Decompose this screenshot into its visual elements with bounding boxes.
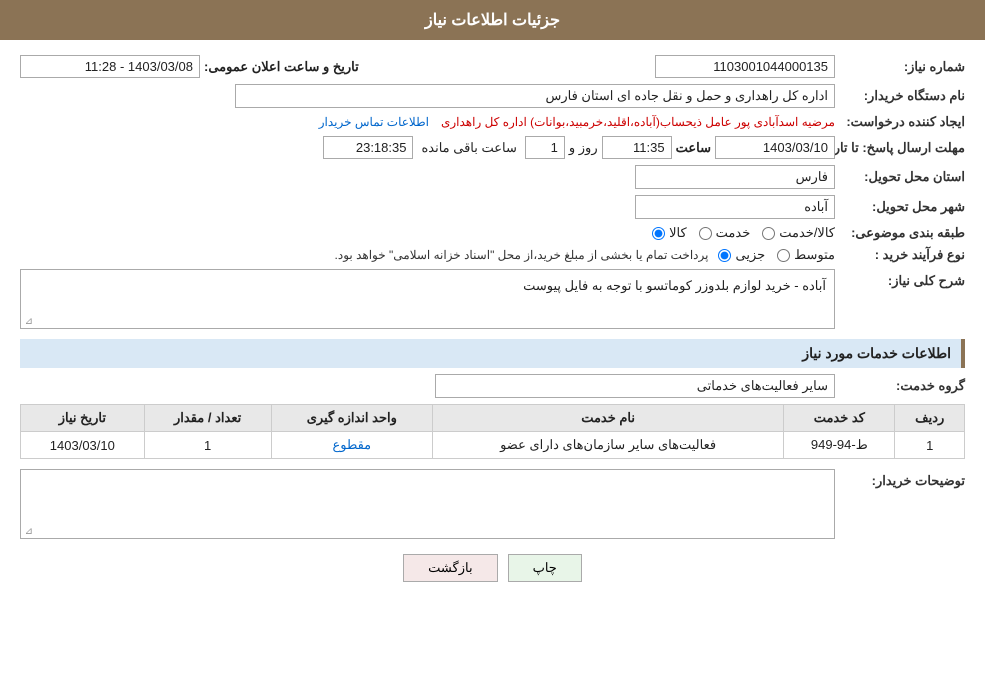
reply-remaining: 23:18:35 xyxy=(323,136,413,159)
need-description-value: آباده - خرید لوازم بلدوزر کوماتسو با توج… xyxy=(25,274,830,298)
buyer-resize-handle[interactable]: ⊿ xyxy=(23,526,33,536)
category-option-khedmat: خدمت xyxy=(699,225,751,241)
reply-date: 1403/03/10 xyxy=(715,136,835,159)
resize-handle[interactable]: ⊿ xyxy=(23,316,33,326)
print-button[interactable]: چاپ xyxy=(508,554,582,582)
city-row: شهر محل تحویل: آباده xyxy=(20,195,965,219)
col-header-code: کد خدمت xyxy=(784,405,895,432)
category-kala-khedmat-label: کالا/خدمت xyxy=(779,225,835,241)
button-row: بازگشت چاپ xyxy=(20,554,965,582)
back-button[interactable]: بازگشت xyxy=(403,554,497,582)
page-title: جزئیات اطلاعات نیاز xyxy=(425,12,560,29)
category-option-kala-khedmat: کالا/خدمت xyxy=(762,225,835,241)
need-description-label: شرح کلی نیاز: xyxy=(835,269,965,289)
need-description-row: شرح کلی نیاز: آباده - خرید لوازم بلدوزر … xyxy=(20,269,965,329)
province-row: استان محل تحویل: فارس xyxy=(20,165,965,189)
reply-time: 11:35 xyxy=(602,136,672,159)
category-row: طبقه بندی موضوعی: کالا/خدمت خدمت کالا xyxy=(20,225,965,241)
buyer-description-label: توضیحات خریدار: xyxy=(835,469,965,489)
category-radio-kala[interactable] xyxy=(652,227,665,240)
page-wrapper: جزئیات اطلاعات نیاز شماره نیاز: 11030010… xyxy=(0,0,985,691)
need-number-label: شماره نیاز: xyxy=(835,59,965,75)
services-table: ردیف کد خدمت نام خدمت واحد اندازه گیری ت… xyxy=(20,404,965,459)
col-header-row: ردیف xyxy=(895,405,965,432)
page-header: جزئیات اطلاعات نیاز xyxy=(0,0,985,40)
cell-unit: مقطوع xyxy=(271,432,433,459)
category-option-kala: کالا xyxy=(652,225,687,241)
purchase-type-radio-jozi[interactable] xyxy=(718,249,731,262)
need-description-container: آباده - خرید لوازم بلدوزر کوماتسو با توج… xyxy=(20,269,835,329)
services-section-header: اطلاعات خدمات مورد نیاز xyxy=(20,339,965,368)
buyer-org-row: نام دستگاه خریدار: اداره کل راهداری و حم… xyxy=(20,84,965,108)
purchase-type-row: نوع فرآیند خرید : متوسط جزیی پرداخت تمام… xyxy=(20,247,965,263)
category-khedmat-label: خدمت xyxy=(716,225,751,241)
buyer-org-label: نام دستگاه خریدار: xyxy=(835,88,965,104)
category-label: طبقه بندی موضوعی: xyxy=(835,225,965,241)
reply-time-label: ساعت xyxy=(676,140,711,156)
purchase-type-radio-motavset[interactable] xyxy=(777,249,790,262)
category-radio-khedmat[interactable] xyxy=(699,227,712,240)
city-label: شهر محل تحویل: xyxy=(835,199,965,215)
col-header-quantity: تعداد / مقدار xyxy=(144,405,271,432)
requester-value: مرضیه اسدآبادی پور عامل ذیحساب(آباده،اقل… xyxy=(441,115,835,129)
need-number-row: شماره نیاز: 1103001044000135 تاریخ و ساع… xyxy=(20,55,965,78)
content-area: شماره نیاز: 1103001044000135 تاریخ و ساع… xyxy=(0,40,985,607)
purchase-type-option-jozi: جزیی xyxy=(718,247,765,263)
date-label: تاریخ و ساعت اعلان عمومی: xyxy=(204,59,359,75)
province-label: استان محل تحویل: xyxy=(835,169,965,185)
services-section-label: اطلاعات خدمات مورد نیاز xyxy=(802,345,951,361)
need-number-value: 1103001044000135 xyxy=(655,55,835,78)
table-row: 1ط-94-949فعالیت‌های سایر سازمان‌های دارا… xyxy=(21,432,965,459)
date-value: 1403/03/08 - 11:28 xyxy=(20,55,200,78)
buyer-description-container: ⊿ xyxy=(20,469,835,539)
col-header-unit: واحد اندازه گیری xyxy=(271,405,433,432)
buyer-description-row: توضیحات خریدار: ⊿ xyxy=(20,469,965,539)
reply-days: 1 xyxy=(525,136,565,159)
reply-remaining-label: ساعت باقی مانده xyxy=(421,140,516,156)
service-group-label: گروه خدمت: xyxy=(835,378,965,394)
city-value: آباده xyxy=(635,195,835,219)
contact-link[interactable]: اطلاعات تماس خریدار xyxy=(319,115,429,129)
cell-row-num: 1 xyxy=(895,432,965,459)
category-kala-label: کالا xyxy=(669,225,687,241)
purchase-type-note: پرداخت تمام یا بخشی از مبلغ خرید،از محل … xyxy=(335,248,709,262)
cell-name: فعالیت‌های سایر سازمان‌های دارای عضو xyxy=(433,432,784,459)
cell-code: ط-94-949 xyxy=(784,432,895,459)
cell-quantity: 1 xyxy=(144,432,271,459)
buyer-description-value xyxy=(25,474,830,482)
reply-deadline-row: مهلت ارسال پاسخ: تا تاریخ: 1403/03/10 سا… xyxy=(20,136,965,159)
service-group-row: گروه خدمت: سایر فعالیت‌های خدماتی xyxy=(20,374,965,398)
reply-days-label: روز و xyxy=(569,140,598,156)
col-header-date: تاریخ نیاز xyxy=(21,405,145,432)
requester-row: ایجاد کننده درخواست: مرضیه اسدآبادی پور … xyxy=(20,114,965,130)
buyer-org-value: اداره کل راهداری و حمل و نقل جاده ای است… xyxy=(235,84,835,108)
category-radio-kala-khedmat[interactable] xyxy=(762,227,775,240)
cell-date: 1403/03/10 xyxy=(21,432,145,459)
province-value: فارس xyxy=(635,165,835,189)
purchase-type-motavset-label: متوسط xyxy=(794,247,835,263)
reply-deadline-label: مهلت ارسال پاسخ: تا تاریخ: xyxy=(835,140,965,156)
service-group-value: سایر فعالیت‌های خدماتی xyxy=(435,374,835,398)
purchase-type-jozi-label: جزیی xyxy=(735,247,765,263)
category-radio-group: کالا/خدمت خدمت کالا xyxy=(652,225,835,241)
col-header-name: نام خدمت xyxy=(433,405,784,432)
purchase-type-option-motavset: متوسط xyxy=(777,247,835,263)
purchase-type-label: نوع فرآیند خرید : xyxy=(835,247,965,263)
purchase-type-radio-group: متوسط جزیی xyxy=(718,247,835,263)
requester-label: ایجاد کننده درخواست: xyxy=(835,114,965,130)
